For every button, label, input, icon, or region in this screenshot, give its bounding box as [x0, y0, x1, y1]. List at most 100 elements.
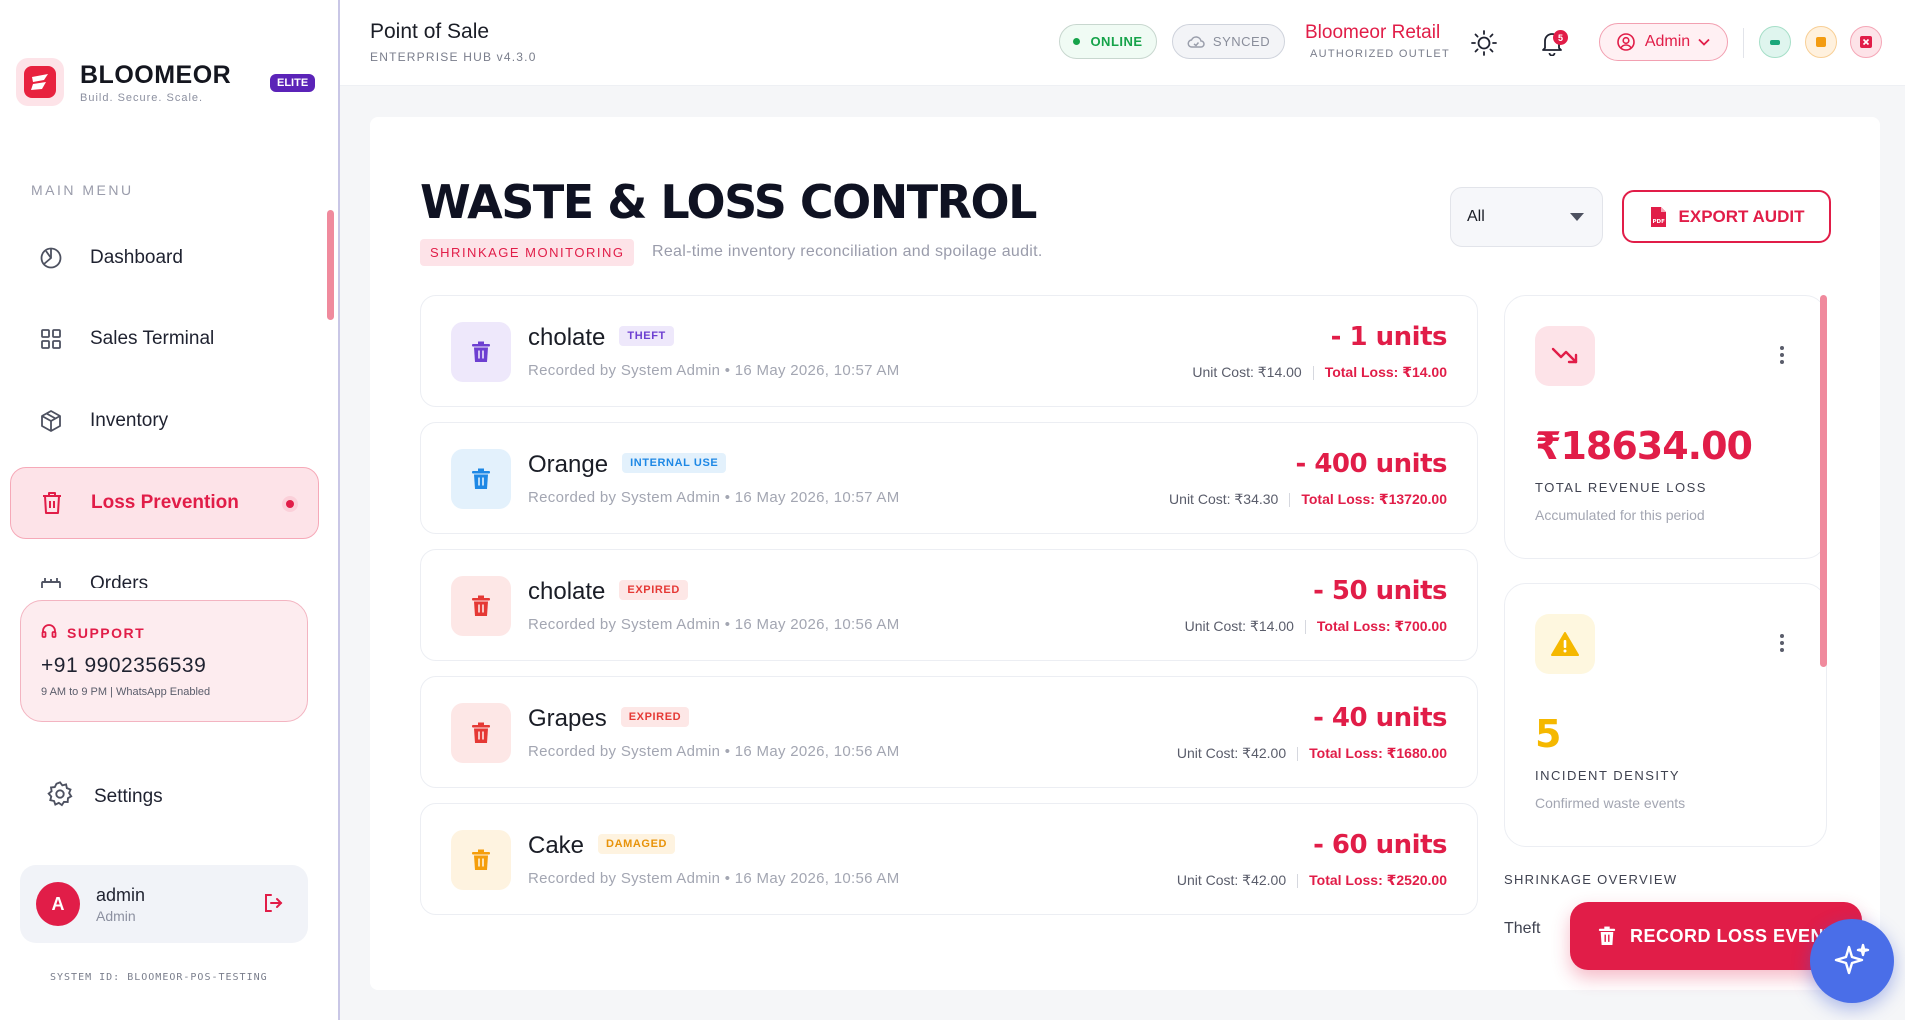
admin-menu-button[interactable]: Admin	[1599, 23, 1728, 61]
gear-icon	[46, 780, 74, 813]
menu-title: MAIN MENU	[31, 182, 134, 198]
page-subtitle: Real-time inventory reconciliation and s…	[652, 243, 1043, 260]
sidebar-item-orders[interactable]: Orders	[10, 548, 319, 588]
revenue-loss-value: ₹18634.00	[1535, 424, 1753, 468]
overview-theft-label: Theft	[1504, 920, 1541, 937]
trending-down-icon	[1535, 326, 1595, 386]
ai-assistant-button[interactable]	[1810, 919, 1894, 1003]
trash-icon	[451, 322, 511, 382]
total-loss: Total Loss: ₹14.00	[1324, 364, 1447, 380]
reason-badge: EXPIRED	[620, 706, 690, 727]
total-loss: Total Loss: ₹1680.00	[1309, 745, 1447, 761]
record-meta: Recorded by System Admin • 16 May 2026, …	[528, 362, 900, 379]
revenue-loss-card: ₹18634.00 TOTAL REVENUE LOSS Accumulated…	[1504, 295, 1827, 559]
sidebar: BLOOMEOR Build. Secure. Scale. ELITE MAI…	[0, 0, 340, 1020]
headset-icon	[41, 623, 57, 642]
support-phone[interactable]: +91 9902356539	[41, 654, 287, 678]
list-item[interactable]: Grapes EXPIRED Recorded by System Admin •…	[420, 676, 1478, 788]
user-card: A admin Admin	[20, 865, 308, 943]
admin-label: Admin	[1644, 33, 1691, 50]
loss-event-list: cholate THEFT Recorded by System Admin • …	[420, 295, 1478, 930]
user-name: admin	[96, 884, 146, 905]
incident-label: INCIDENT DENSITY	[1535, 768, 1681, 783]
reason-badge: THEFT	[619, 325, 674, 346]
avatar: A	[36, 882, 80, 926]
category-filter-select[interactable]: All	[1450, 187, 1603, 247]
reason-badge: INTERNAL USE	[622, 452, 727, 473]
minimize-button[interactable]	[1759, 26, 1791, 58]
restore-icon	[1816, 37, 1826, 47]
loss-quantity: - 400 units	[1295, 449, 1447, 479]
synced-label: SYNCED	[1212, 34, 1271, 49]
incident-note: Confirmed waste events	[1535, 795, 1686, 811]
support-hours: 9 AM to 9 PM | WhatsApp Enabled	[41, 686, 211, 698]
brand-logo	[16, 58, 64, 106]
outlet-subtitle: AUTHORIZED OUTLET	[1310, 48, 1451, 60]
brand-name: BLOOMEOR	[80, 60, 232, 89]
sidebar-item-settings[interactable]: Settings	[46, 780, 163, 813]
restore-button[interactable]	[1805, 26, 1837, 58]
list-item[interactable]: Cake DAMAGED Recorded by System Admin • 1…	[420, 803, 1478, 915]
trash-icon	[39, 490, 65, 516]
loss-quantity: - 50 units	[1313, 576, 1447, 606]
user-circle-icon	[1617, 33, 1635, 51]
logo-icon	[24, 66, 56, 98]
box-icon	[38, 408, 64, 434]
more-options-icon[interactable]	[1780, 634, 1784, 652]
unit-cost: Unit Cost: ₹14.00	[1184, 618, 1294, 634]
app-title: Point of Sale	[370, 20, 490, 43]
sidebar-item-loss-prevention[interactable]: Loss Prevention	[10, 467, 319, 539]
notification-count: 5	[1553, 30, 1568, 45]
sidebar-item-label: Inventory	[90, 410, 169, 431]
total-loss: Total Loss: ₹2520.00	[1309, 872, 1447, 888]
list-item[interactable]: cholate THEFT Recorded by System Admin • …	[420, 295, 1478, 407]
synced-status-badge: SYNCED	[1172, 24, 1285, 59]
sidebar-item-label: Loss Prevention	[91, 492, 239, 513]
sidebar-scrollbar[interactable]	[327, 210, 334, 320]
notifications-button[interactable]: 5	[1535, 26, 1569, 60]
orders-icon	[38, 573, 64, 588]
unit-cost: Unit Cost: ₹42.00	[1176, 745, 1287, 761]
export-audit-button[interactable]: PDF EXPORT AUDIT	[1622, 190, 1831, 243]
unit-cost: Unit Cost: ₹34.30	[1169, 491, 1279, 507]
record-meta: Recorded by System Admin • 16 May 2026, …	[528, 870, 900, 887]
shrinkage-badge: SHRINKAGE MONITORING	[420, 239, 635, 266]
elite-badge: ELITE	[270, 74, 316, 92]
online-status-badge: ONLINE	[1059, 24, 1157, 59]
reason-badge: EXPIRED	[619, 579, 688, 600]
sidebar-border	[338, 0, 340, 1020]
item-name: cholate	[528, 324, 606, 351]
trash-icon	[451, 830, 511, 890]
reason-badge: DAMAGED	[598, 833, 676, 854]
main-panel: WASTE & LOSS CONTROL SHRINKAGE MONITORIN…	[370, 117, 1880, 990]
support-title: SUPPORT	[67, 624, 146, 641]
record-meta: Recorded by System Admin • 16 May 2026, …	[528, 489, 900, 506]
total-loss: Total Loss: ₹700.00	[1316, 618, 1447, 634]
logout-icon[interactable]	[262, 892, 284, 919]
more-options-icon[interactable]	[1780, 346, 1784, 364]
revenue-loss-label: TOTAL REVENUE LOSS	[1535, 480, 1707, 495]
grid-icon	[38, 326, 64, 352]
cloud-icon	[1187, 35, 1205, 49]
top-header: Point of Sale ENTERPRISE HUB v4.3.0 ONLI…	[340, 0, 1905, 86]
sidebar-item-label: Orders	[90, 573, 149, 588]
close-button[interactable]	[1850, 26, 1882, 58]
minimize-icon	[1770, 39, 1780, 45]
sidebar-item-sales-terminal[interactable]: Sales Terminal	[10, 303, 319, 375]
online-label: ONLINE	[1090, 34, 1143, 49]
list-item[interactable]: Orange INTERNAL USE Recorded by System Ad…	[420, 422, 1478, 534]
item-name: Cake	[528, 832, 585, 859]
brand[interactable]: BLOOMEOR Build. Secure. Scale.	[16, 58, 231, 106]
unit-cost: Unit Cost: ₹14.00	[1192, 364, 1302, 380]
support-card[interactable]: SUPPORT +91 9902356539 9 AM to 9 PM | Wh…	[20, 600, 308, 722]
page-title: WASTE & LOSS CONTROL	[420, 175, 1037, 229]
stats-scrollbar[interactable]	[1820, 295, 1827, 667]
record-meta: Recorded by System Admin • 16 May 2026, …	[528, 743, 900, 760]
item-name: Orange	[528, 451, 609, 478]
sidebar-item-dashboard[interactable]: Dashboard	[10, 222, 319, 294]
trash-icon	[1598, 926, 1616, 946]
sidebar-item-inventory[interactable]: Inventory	[10, 385, 319, 457]
theme-toggle[interactable]	[1467, 26, 1501, 60]
list-item[interactable]: cholate EXPIRED Recorded by System Admin …	[420, 549, 1478, 661]
chevron-down-icon	[1698, 38, 1710, 46]
